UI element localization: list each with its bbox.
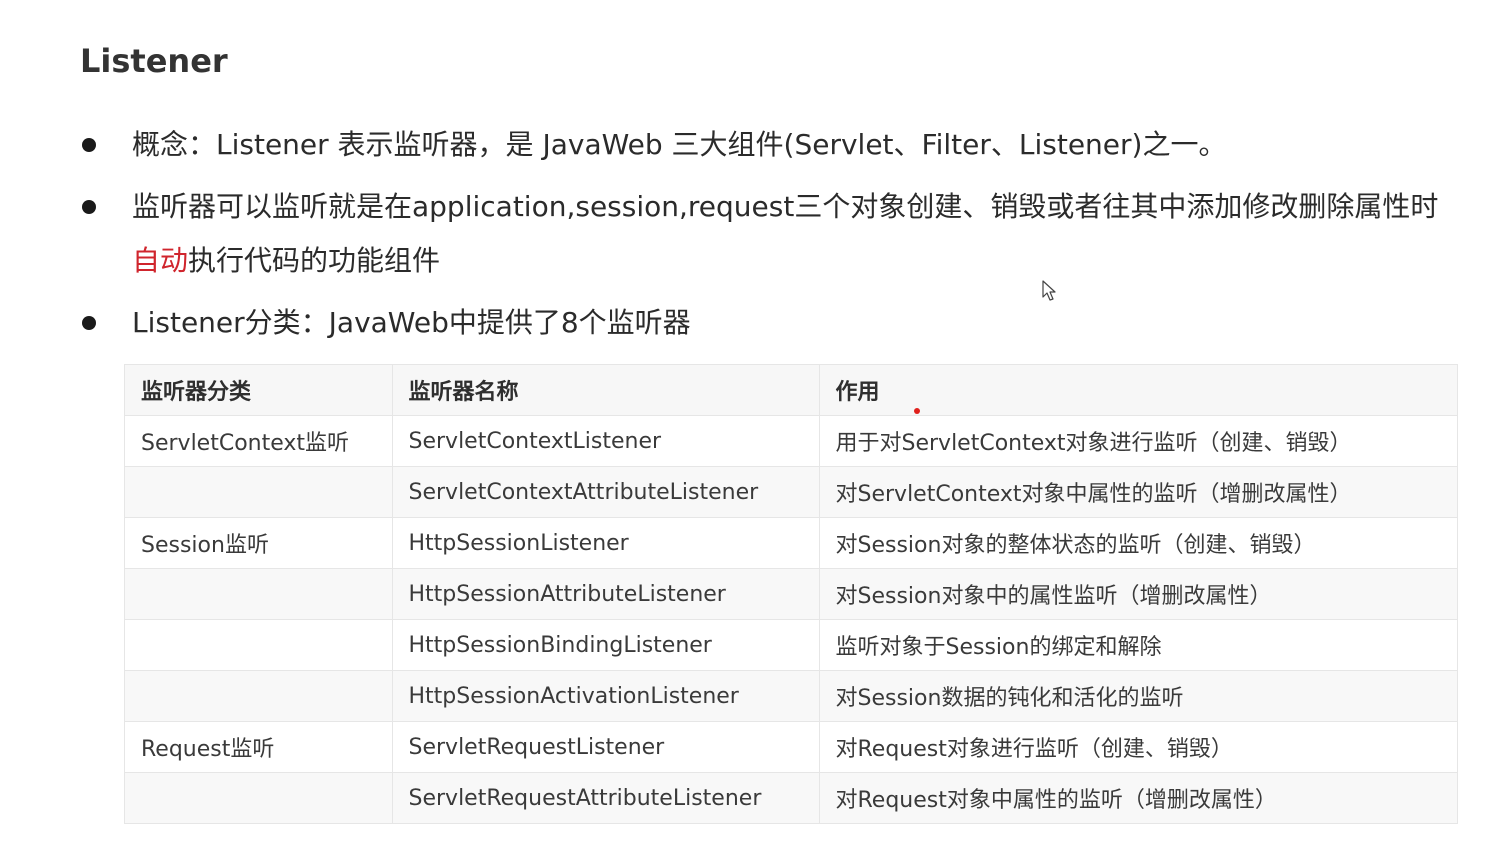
cell-purpose: 用于对ServletContext对象进行监听（创建、销毁） <box>819 415 1457 467</box>
table-row: ServletRequestAttributeListener 对Request… <box>125 772 1457 823</box>
table-row: Session监听 HttpSessionListener 对Session对象… <box>125 517 1457 569</box>
cell-name: HttpSessionAttributeListener <box>392 568 820 620</box>
header-name: 监听器名称 <box>392 365 820 416</box>
bullet-text: 监听器可以监听就是在application,session,request三个对… <box>132 190 1439 223</box>
cell-name: ServletRequestAttributeListener <box>392 772 820 823</box>
bullet-highlight: 自动 <box>132 244 189 277</box>
table-row: Request监听 ServletRequestListener 对Reques… <box>125 721 1457 773</box>
bullet-concept: 概念：Listener 表示监听器，是 JavaWeb 三大组件(Servlet… <box>80 118 1460 172</box>
cell-category <box>125 466 393 518</box>
mouse-cursor-icon <box>1042 280 1056 301</box>
cell-name: ServletContextListener <box>392 415 820 467</box>
cell-category <box>125 772 393 823</box>
bullet-dot-icon <box>82 200 96 214</box>
cell-purpose: 对Session数据的钝化和活化的监听 <box>819 670 1457 722</box>
cell-purpose: 监听对象于Session的绑定和解除 <box>819 619 1457 671</box>
bullet-classification: Listener分类：JavaWeb中提供了8个监听器 <box>80 296 1460 350</box>
bullet-dot-icon <box>82 316 96 330</box>
cell-name: HttpSessionActivationListener <box>392 670 820 722</box>
cell-category: ServletContext监听 <box>125 415 393 467</box>
cell-category: Session监听 <box>125 517 393 569</box>
cell-category <box>125 619 393 671</box>
table-header-row: 监听器分类 监听器名称 作用 <box>125 365 1457 416</box>
cell-name: HttpSessionBindingListener <box>392 619 820 671</box>
cell-category: Request监听 <box>125 721 393 773</box>
page-title: Listener <box>80 42 228 80</box>
table-row: ServletContextAttributeListener 对Servlet… <box>125 466 1457 518</box>
bullet-text: Listener分类：JavaWeb中提供了8个监听器 <box>132 306 691 339</box>
header-category: 监听器分类 <box>125 365 393 416</box>
bullet-text: 执行代码的功能组件 <box>188 244 441 277</box>
cell-name: HttpSessionListener <box>392 517 820 569</box>
cell-purpose: 对ServletContext对象中属性的监听（增删改属性） <box>819 466 1457 518</box>
bullet-dot-icon <box>82 138 96 152</box>
cell-name: ServletContextAttributeListener <box>392 466 820 518</box>
cell-purpose: 对Session对象中的属性监听（增删改属性） <box>819 568 1457 620</box>
bullet-description: 监听器可以监听就是在application,session,request三个对… <box>80 180 1460 288</box>
bullet-text: 概念：Listener 表示监听器，是 JavaWeb 三大组件(Servlet… <box>132 128 1227 161</box>
table-row: HttpSessionBindingListener 监听对象于Session的… <box>125 619 1457 671</box>
listener-table: 监听器分类 监听器名称 作用 ServletContext监听 ServletC… <box>124 364 1458 824</box>
table-row: ServletContext监听 ServletContextListener … <box>125 415 1457 467</box>
laser-pointer-dot <box>914 408 920 414</box>
table-row: HttpSessionActivationListener 对Session数据… <box>125 670 1457 722</box>
cell-category <box>125 568 393 620</box>
cell-purpose: 对Session对象的整体状态的监听（创建、销毁） <box>819 517 1457 569</box>
cell-purpose: 对Request对象进行监听（创建、销毁） <box>819 721 1457 773</box>
table-row: HttpSessionAttributeListener 对Session对象中… <box>125 568 1457 620</box>
bullet-list: 概念：Listener 表示监听器，是 JavaWeb 三大组件(Servlet… <box>80 118 1460 358</box>
cell-name: ServletRequestListener <box>392 721 820 773</box>
cell-purpose: 对Request对象中属性的监听（增删改属性） <box>819 772 1457 823</box>
cell-category <box>125 670 393 722</box>
